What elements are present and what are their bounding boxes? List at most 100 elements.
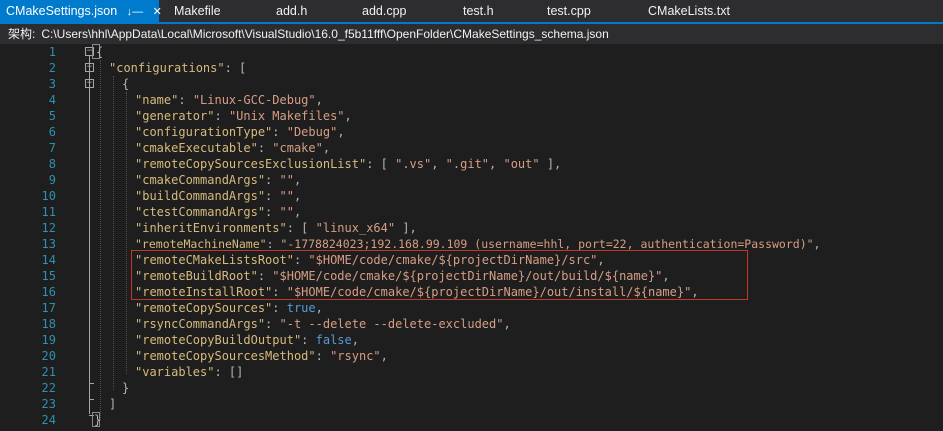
- tab-cmakesettings-json[interactable]: CMakeSettings.json ↓— ✕: [0, 0, 162, 23]
- punctuation: ,: [503, 317, 511, 331]
- line-number: 1: [48, 45, 56, 59]
- code-line-10: "buildCommandArgs": "",: [135, 188, 301, 204]
- punctuation: :: [301, 333, 316, 347]
- punctuation: :: [293, 253, 309, 267]
- tab-label: CMakeLists.txt: [648, 4, 730, 18]
- line-number: 3: [48, 77, 56, 91]
- json-key: "remoteMachineName": [135, 237, 267, 251]
- close-icon[interactable]: ✕: [153, 1, 162, 23]
- punctuation: ,: [691, 285, 699, 299]
- json-key: "remoteCopySources": [135, 301, 273, 315]
- brace-open: {: [96, 45, 104, 59]
- code-line-9: "cmakeCommandArgs": "",: [135, 172, 301, 188]
- code-line-3: {: [122, 76, 129, 92]
- json-key: "buildCommandArgs": [135, 189, 266, 203]
- json-string: "Linux-GCC-Debug": [192, 93, 316, 107]
- punctuation: ,: [351, 333, 359, 347]
- code-line-16: "remoteInstallRoot": "$HOME/code/cmake/$…: [135, 284, 699, 300]
- json-key: "remoteInstallRoot": [135, 285, 273, 299]
- punctuation: :: [257, 269, 273, 283]
- code-line-4: "name": "Linux-GCC-Debug",: [135, 92, 323, 108]
- line-number: 16: [41, 285, 56, 299]
- punctuation: ],: [395, 221, 417, 235]
- json-string: "$HOME/code/cmake/${projectDirName}/out/…: [272, 269, 663, 283]
- json-key: "cmakeCommandArgs": [135, 173, 266, 187]
- brace-open: {: [122, 77, 130, 91]
- line-number: 5: [48, 109, 56, 123]
- tab-test-h[interactable]: test.h: [463, 0, 494, 22]
- json-key: "remoteCopySourcesExclusionList": [135, 157, 367, 171]
- punctuation: ,: [813, 237, 821, 251]
- bracket-close: ]: [109, 397, 117, 411]
- json-string: ".git": [445, 157, 490, 171]
- code-line-19: "remoteCopyBuildOutput": false,: [135, 332, 359, 348]
- tab-label: add.cpp: [362, 4, 407, 18]
- line-number: 12: [41, 221, 56, 235]
- code-line-6: "configurationType": "Debug",: [135, 124, 345, 140]
- brace-close: }: [94, 413, 102, 427]
- json-string: ".vs": [395, 157, 432, 171]
- code-line-21: "variables": []: [135, 364, 243, 380]
- json-string: "": [279, 189, 294, 203]
- tab-makefile[interactable]: Makefile: [174, 0, 221, 22]
- schema-label: 架构:: [8, 27, 36, 41]
- punctuation: :: [272, 125, 287, 139]
- punctuation: :: [315, 349, 331, 363]
- brace-close: }: [122, 381, 130, 395]
- punctuation: ,: [337, 125, 345, 139]
- json-boolean: true: [286, 301, 316, 315]
- code-line-20: "remoteCopySourcesMethod": "rsync",: [135, 348, 388, 364]
- punctuation: ,: [380, 349, 388, 363]
- tab-cmakelists-txt[interactable]: CMakeLists.txt: [648, 0, 730, 22]
- line-number: 18: [41, 317, 56, 331]
- line-number: 9: [48, 173, 56, 187]
- punctuation: ,: [293, 205, 302, 219]
- code-line-14: "remoteCMakeListsRoot": "$HOME/code/cmak…: [135, 252, 605, 268]
- tab-add-h[interactable]: add.h: [276, 0, 307, 22]
- punctuation: :: [265, 173, 280, 187]
- code-line-18: "rsyncCommandArgs": "-t --delete --delet…: [135, 316, 511, 332]
- code-line-15: "remoteBuildRoot": "$HOME/code/cmake/${p…: [135, 268, 670, 284]
- tab-test-cpp[interactable]: test.cpp: [547, 0, 591, 22]
- pin-icon[interactable]: ↓—: [127, 1, 144, 23]
- json-key: "rsyncCommandArgs": [135, 317, 266, 331]
- json-key: "remoteBuildRoot": [135, 269, 258, 283]
- punctuation: ,: [293, 189, 302, 203]
- punctuation: :: [265, 189, 280, 203]
- line-number-gutter: 1 2 3 4 5 6 7 8 9 10 11 12 13 14 15 16 1…: [0, 44, 58, 431]
- json-string: "": [279, 173, 294, 187]
- line-number: 17: [41, 301, 56, 315]
- punctuation: :: [272, 285, 287, 299]
- punctuation: :: [272, 301, 287, 315]
- json-string: "rsync": [330, 349, 381, 363]
- punctuation: ,: [315, 301, 323, 315]
- punctuation: ,: [662, 269, 670, 283]
- line-number: 20: [41, 349, 56, 363]
- json-key: "remoteCMakeListsRoot": [135, 253, 294, 267]
- line-number: 7: [48, 141, 56, 155]
- punctuation: ,: [489, 157, 504, 171]
- tab-add-cpp[interactable]: add.cpp: [362, 0, 406, 22]
- line-number: 21: [41, 365, 56, 379]
- punctuation: ,: [293, 173, 302, 187]
- code-line-23: ]: [109, 396, 116, 412]
- json-key: "name": [135, 93, 179, 107]
- punctuation: ,: [597, 253, 605, 267]
- line-number: 13: [41, 237, 56, 251]
- line-number: 6: [48, 125, 56, 139]
- tab-label: CMakeSettings.json: [6, 4, 118, 18]
- line-number: 11: [41, 205, 56, 219]
- line-number: 2: [48, 61, 56, 75]
- punctuation: ,: [315, 93, 323, 107]
- line-number: 23: [41, 397, 56, 411]
- punctuation: ,: [322, 141, 331, 155]
- code-line-17: "remoteCopySources": true,: [135, 300, 323, 316]
- punctuation: ,: [344, 109, 352, 123]
- code-line-7: "cmakeExecutable": "cmake",: [135, 140, 330, 156]
- code-line-22: }: [122, 380, 129, 396]
- punctuation: ,: [431, 157, 446, 171]
- code-editor[interactable]: 1 2 3 4 5 6 7 8 9 10 11 12 13 14 15 16 1…: [0, 44, 943, 431]
- punctuation: : [: [366, 157, 396, 171]
- json-string: "Unix Makefiles": [228, 109, 345, 123]
- schema-path[interactable]: C:\Users\hhl\AppData\Local\Microsoft\Vis…: [41, 27, 608, 41]
